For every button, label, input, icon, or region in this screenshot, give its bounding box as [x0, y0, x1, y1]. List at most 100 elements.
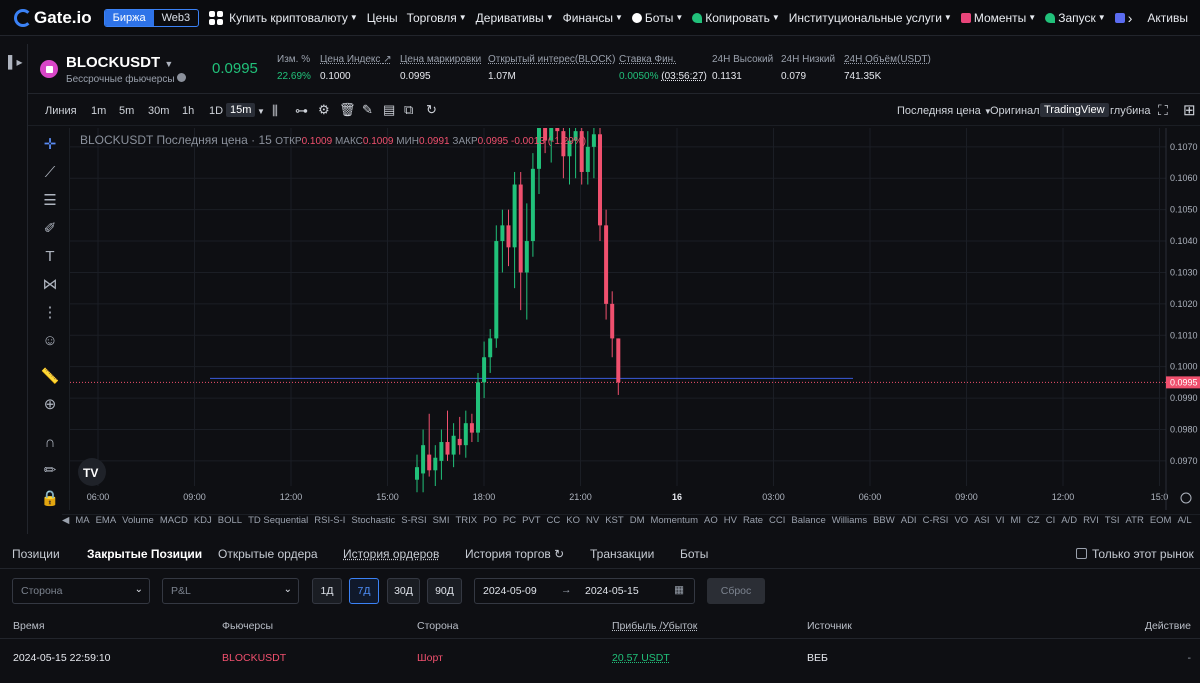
only-this-market-checkbox[interactable]: Только этот рынок [1076, 547, 1194, 561]
tab-bots[interactable]: Боты [680, 547, 708, 561]
settings-icon[interactable]: ⚙ [318, 102, 330, 118]
trash-icon[interactable]: 🗑 [339, 102, 356, 118]
indicator-11[interactable]: TRIX [455, 515, 477, 526]
interval-dropdown-icon[interactable]: ▼ [257, 107, 265, 116]
indicator-39[interactable]: ATR [1126, 515, 1144, 526]
indicator-2[interactable]: Volume [122, 515, 154, 526]
view-original[interactable]: Оригинал [990, 105, 1040, 117]
tab-open-orders[interactable]: Открытые ордера [218, 547, 318, 561]
tab-transactions[interactable]: Транзакции [590, 547, 654, 561]
tab-trade-history[interactable]: История торгов ↻ [465, 547, 564, 561]
exchange-toggle-spot[interactable]: Биржа [104, 9, 154, 26]
indicator-19[interactable]: DM [630, 515, 645, 526]
period-30d[interactable]: 30Д [387, 578, 420, 604]
indicator-5[interactable]: BOLL [218, 515, 242, 526]
indicator-7[interactable]: RSI-S-I [314, 515, 345, 526]
indicator-25[interactable]: Balance [791, 515, 825, 526]
nav-finance[interactable]: Финансы ▼ [563, 11, 623, 25]
row-pnl[interactable]: 20.57 USDT [612, 652, 670, 664]
indicator-17[interactable]: NV [586, 515, 599, 526]
indicator-26[interactable]: Williams [832, 515, 867, 526]
indicator-0[interactable]: MA [75, 515, 89, 526]
interval-1m[interactable]: 1m [91, 105, 106, 117]
row-action[interactable]: - [1188, 652, 1192, 664]
indicator-14[interactable]: PVT [522, 515, 540, 526]
indicator-35[interactable]: CI [1046, 515, 1056, 526]
ruler-icon[interactable]: 📏 [39, 366, 61, 388]
nav-bots[interactable]: Боты ▼ [631, 11, 683, 25]
indicator-1[interactable]: EMA [96, 515, 117, 526]
nav-moments[interactable]: Моменты ▼ [960, 11, 1036, 25]
indicator-30[interactable]: VO [954, 515, 968, 526]
fib-icon[interactable]: ⋮ [39, 302, 61, 324]
nav-assets[interactable]: Активы [1147, 11, 1188, 25]
exchange-toggle[interactable]: Биржа Web3 [103, 8, 200, 27]
interval-30m[interactable]: 30m [148, 105, 169, 117]
indicator-15[interactable]: CC [547, 515, 561, 526]
date-range-picker[interactable]: 2024-05-09 → 2024-05-15 ▦ [474, 578, 695, 604]
price-type-select[interactable]: Последняя цена ▼ [897, 105, 992, 117]
indicator-41[interactable]: A/L [1177, 515, 1191, 526]
indicators-icon[interactable]: ⊶ [295, 103, 308, 119]
ticker-symbol[interactable]: BLOCKUSDT ▼ [66, 54, 173, 71]
indicator-23[interactable]: Rate [743, 515, 763, 526]
indicator-3[interactable]: MACD [160, 515, 188, 526]
period-1d[interactable]: 1Д [312, 578, 342, 604]
indicator-6[interactable]: TD Sequential [248, 515, 308, 526]
brush-icon[interactable]: ✐ [39, 218, 61, 240]
apps-grid-icon[interactable] [209, 10, 224, 25]
tab-order-history[interactable]: История ордеров [343, 547, 439, 561]
nav-prices[interactable]: Цены [367, 11, 398, 25]
indicator-9[interactable]: S-RSI [401, 515, 426, 526]
emoji-icon[interactable]: ☺ [39, 330, 61, 352]
indicator-33[interactable]: MI [1010, 515, 1021, 526]
view-depth[interactable]: глубина [1110, 105, 1150, 117]
indicator-37[interactable]: RVI [1083, 515, 1099, 526]
layout-icon[interactable]: ▤ [383, 102, 395, 118]
nav-institutional[interactable]: Институциональные услуги ▼ [789, 11, 952, 25]
fullscreen-icon[interactable]: ⛶ [1158, 102, 1168, 119]
interval-1h[interactable]: 1h [182, 105, 194, 117]
indicator-20[interactable]: Momentum [650, 515, 698, 526]
nav-more[interactable]: › [1114, 10, 1132, 26]
indicator-13[interactable]: PC [503, 515, 516, 526]
tab-closed-positions[interactable]: Закрытые Позиции [87, 547, 202, 561]
indicator-34[interactable]: CZ [1027, 515, 1040, 526]
pnl-select[interactable]: P&L ⌄ [162, 578, 299, 604]
indicator-32[interactable]: VI [996, 515, 1005, 526]
lock-drawing-icon[interactable]: ✏ [39, 460, 61, 482]
indicator-18[interactable]: KST [605, 515, 623, 526]
interval-1d[interactable]: 1D [209, 105, 223, 117]
grid-layout-icon[interactable]: ⊞ [1183, 101, 1196, 119]
candles-type-icon[interactable]: ⫼ [272, 103, 278, 119]
view-tradingview[interactable]: TradingView [1040, 103, 1109, 117]
indicator-29[interactable]: C-RSI [923, 515, 949, 526]
indicator-27[interactable]: BBW [873, 515, 895, 526]
camera-icon[interactable]: ⧉ [404, 102, 413, 118]
indicator-24[interactable]: CCI [769, 515, 785, 526]
draw-brush-icon[interactable]: ✎ [362, 102, 373, 118]
indicator-36[interactable]: A/D [1061, 515, 1077, 526]
refresh-icon[interactable]: ↻ [426, 102, 437, 118]
price-chart[interactable]: 0.1070 0.1060 0.1050 0.1040 0.1030 0.1020 0.10… [70, 128, 1200, 510]
gate-logo[interactable]: Gate.io [14, 8, 92, 28]
magnet-icon[interactable]: ∩ [39, 432, 61, 454]
trendline-icon[interactable]: ⟋ [39, 162, 61, 184]
exchange-toggle-web3[interactable]: Web3 [154, 10, 199, 26]
pattern-icon[interactable]: ⋈ [39, 274, 61, 296]
indicator-4[interactable]: KDJ [194, 515, 212, 526]
text-tool-icon[interactable]: T [39, 246, 61, 268]
zoom-in-icon[interactable]: ⊕ [39, 394, 61, 416]
indicator-22[interactable]: HV [724, 515, 737, 526]
interval-5m[interactable]: 5m [119, 105, 134, 117]
indicator-21[interactable]: AO [704, 515, 718, 526]
indicator-31[interactable]: ASI [974, 515, 989, 526]
interval-15m[interactable]: 15m [226, 103, 256, 117]
scroll-left-icon[interactable]: ◀ [62, 515, 69, 526]
side-select[interactable]: Сторона ⌄ [12, 578, 150, 604]
stat-index-price[interactable]: Цена Индекс ↗ 0.1000 [320, 54, 392, 82]
nav-derivatives[interactable]: Деривативы ▼ [476, 11, 554, 25]
row-contract[interactable]: BLOCKUSDT [222, 652, 286, 664]
sidebar-toggle-icon[interactable]: ▌▸ [8, 55, 23, 69]
period-90d[interactable]: 90Д [427, 578, 462, 604]
